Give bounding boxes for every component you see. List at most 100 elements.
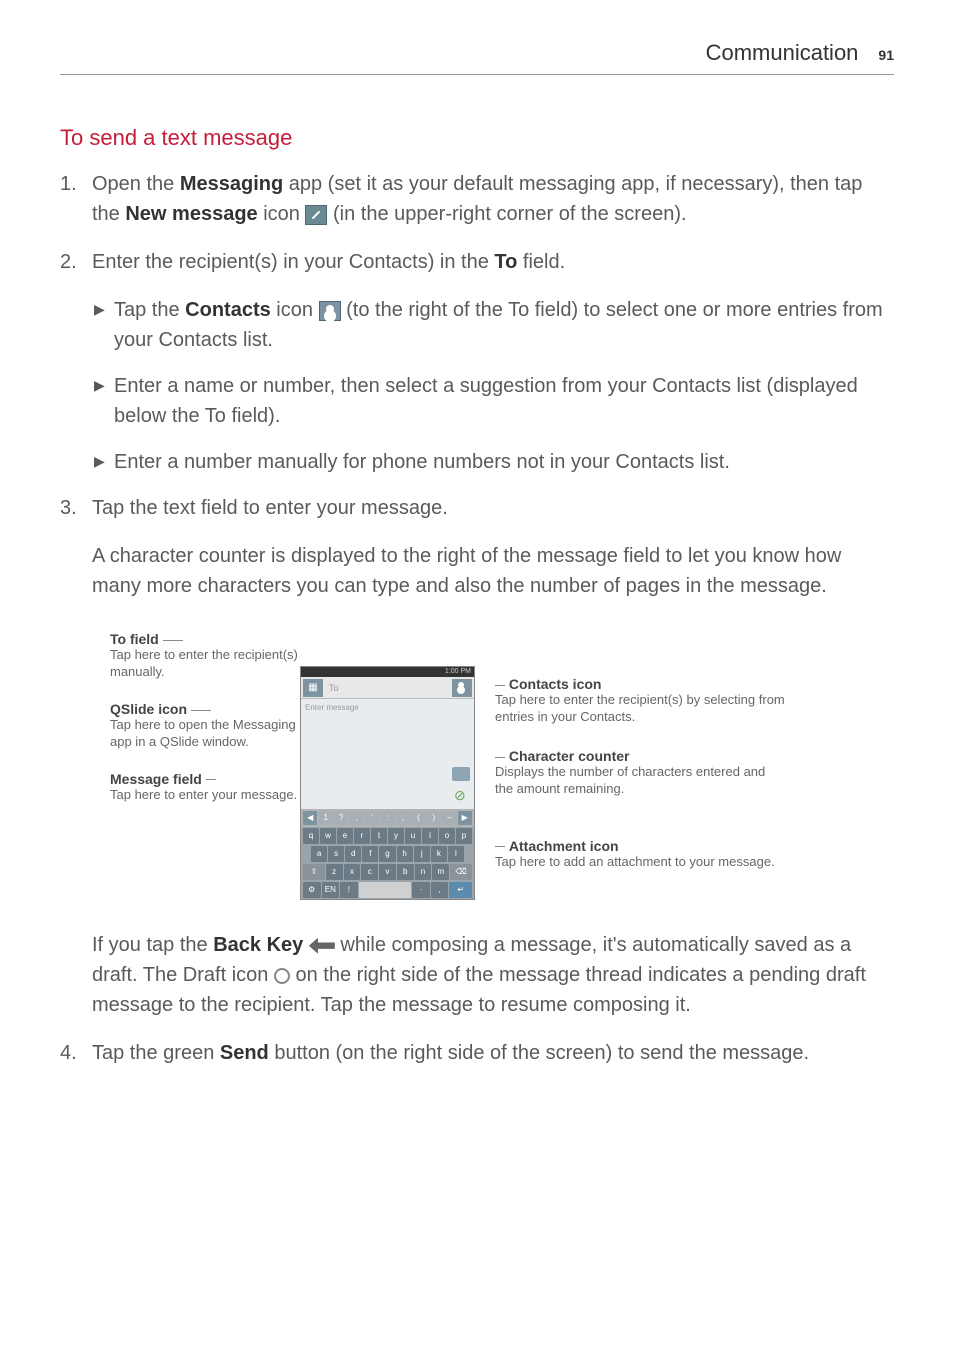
key[interactable]: e — [337, 828, 353, 844]
key[interactable]: q — [303, 828, 319, 844]
callout-title: Contacts icon — [509, 676, 602, 692]
callout-qslide: QSlide icon Tap here to open the Messagi… — [110, 701, 300, 751]
callout-desc: Displays the number of characters entere… — [495, 764, 785, 798]
key[interactable]: , — [431, 882, 449, 898]
button-name: Send — [220, 1042, 269, 1064]
bullet-2: ▶ Enter a name or number, then select a … — [94, 371, 894, 431]
key[interactable]: – — [442, 811, 456, 825]
callout-message-field: Message field Tap here to enter your mes… — [110, 771, 300, 804]
contacts-icon — [319, 301, 341, 321]
callout-to-field: To field Tap here to enter the recipient… — [110, 631, 300, 681]
key[interactable]: ; — [396, 811, 410, 825]
status-bar: 1:00 PM — [301, 667, 474, 677]
key[interactable]: z — [326, 864, 343, 880]
callout-title: To field — [110, 631, 159, 647]
space-key[interactable] — [359, 882, 412, 898]
key[interactable]: n — [415, 864, 432, 880]
step-1: 1. Open the Messaging app (set it as you… — [60, 169, 894, 229]
qslide-icon[interactable]: ▦ — [303, 679, 323, 697]
shift-key[interactable]: ⇧ — [303, 864, 325, 880]
key[interactable]: t — [371, 828, 387, 844]
key[interactable]: ▶ — [458, 811, 472, 825]
key[interactable]: w — [320, 828, 336, 844]
key[interactable]: u — [405, 828, 421, 844]
key[interactable]: 1 — [318, 811, 332, 825]
key[interactable]: c — [361, 864, 378, 880]
key[interactable]: a — [311, 846, 327, 862]
key[interactable]: · — [412, 882, 430, 898]
key[interactable]: m — [432, 864, 449, 880]
page-header: Communication 91 — [60, 40, 894, 75]
figure: To field Tap here to enter the recipient… — [110, 621, 894, 900]
text: If you tap the — [92, 934, 213, 956]
lang-key[interactable]: EN — [322, 882, 340, 898]
text: button (on the right side of the screen)… — [269, 1042, 809, 1064]
callout-contacts-icon: Contacts icon Tap here to enter the reci… — [495, 676, 785, 726]
to-field-row: ▦ To — [301, 677, 474, 699]
key[interactable]: h — [397, 846, 413, 862]
bullet-content: Tap the Contacts icon (to the right of t… — [114, 295, 894, 355]
key[interactable]: l — [448, 846, 464, 862]
callout-desc: Tap here to enter the recipient(s) by se… — [495, 692, 785, 726]
key[interactable]: ◀ — [303, 811, 317, 825]
key[interactable]: , — [349, 811, 363, 825]
callout-title: Character counter — [509, 748, 630, 764]
key[interactable]: r — [354, 828, 370, 844]
backspace-key[interactable]: ⌫ — [450, 864, 472, 880]
keyboard-row-3: ⇧zxcvbnm⌫ — [301, 863, 474, 881]
key[interactable]: s — [328, 846, 344, 862]
callout-desc: Tap here to enter the recipient(s) manua… — [110, 647, 300, 681]
icon-name: New message — [125, 203, 257, 225]
callout-desc: Tap here to enter your message. — [110, 787, 300, 804]
right-callouts: Contacts icon Tap here to enter the reci… — [475, 621, 785, 892]
text: (in the upper-right corner of the screen… — [327, 203, 686, 225]
to-field[interactable]: To — [325, 683, 450, 693]
callout-attachment-icon: Attachment icon Tap here to add an attac… — [495, 838, 785, 871]
keyboard-row-2: asdfghjkl — [301, 845, 474, 863]
key[interactable]: j — [414, 846, 430, 862]
callout-desc: Tap here to open the Messaging app in a … — [110, 717, 300, 751]
callout-character-counter: Character counter Displays the number of… — [495, 748, 785, 798]
section-title: To send a text message — [60, 125, 894, 151]
key[interactable]: o — [439, 828, 455, 844]
placeholder-text: Enter message — [305, 703, 359, 712]
key[interactable]: ' — [365, 811, 379, 825]
key[interactable]: f — [362, 846, 378, 862]
key[interactable]: v — [379, 864, 396, 880]
key[interactable]: i — [422, 828, 438, 844]
key[interactable]: ? — [334, 811, 348, 825]
text: icon — [271, 299, 319, 321]
phone-screenshot: 1:00 PM ▦ To Enter message ⊘ ◀ 1 ? , ' :… — [300, 666, 475, 900]
enter-key[interactable]: ↵ — [449, 882, 472, 898]
key[interactable]: ! — [340, 882, 358, 898]
key[interactable]: g — [379, 846, 395, 862]
key[interactable]: k — [431, 846, 447, 862]
key[interactable]: ( — [411, 811, 425, 825]
bullet-content: Enter a number manually for phone number… — [114, 447, 894, 477]
text: Tap the green — [92, 1042, 220, 1064]
bullet-content: Enter a name or number, then select a su… — [114, 371, 894, 431]
settings-key[interactable]: ⚙ — [303, 882, 321, 898]
keyboard-row-4: ⚙EN! ·,↵ — [301, 881, 474, 899]
step-number: 2. — [60, 247, 92, 277]
key[interactable]: : — [380, 811, 394, 825]
number-row: ◀ 1 ? , ' : ; ( ) – ▶ — [301, 809, 474, 827]
message-field[interactable]: Enter message ⊘ — [301, 699, 474, 809]
step-3-para: A character counter is displayed to the … — [92, 541, 894, 601]
text: icon — [258, 203, 306, 225]
key[interactable]: x — [344, 864, 361, 880]
key[interactable]: p — [456, 828, 472, 844]
key[interactable]: b — [397, 864, 414, 880]
key[interactable]: ) — [427, 811, 441, 825]
left-callouts: To field Tap here to enter the recipient… — [110, 621, 300, 823]
attachment-icon[interactable]: ⊘ — [454, 787, 470, 803]
field-name: To — [494, 251, 517, 273]
step-number: 3. — [60, 493, 92, 523]
app-name: Messaging — [180, 173, 283, 195]
compose-icon — [305, 205, 327, 225]
character-counter — [452, 767, 470, 781]
back-key-icon — [309, 938, 335, 954]
contacts-icon[interactable] — [452, 679, 472, 697]
key[interactable]: d — [345, 846, 361, 862]
key[interactable]: y — [388, 828, 404, 844]
